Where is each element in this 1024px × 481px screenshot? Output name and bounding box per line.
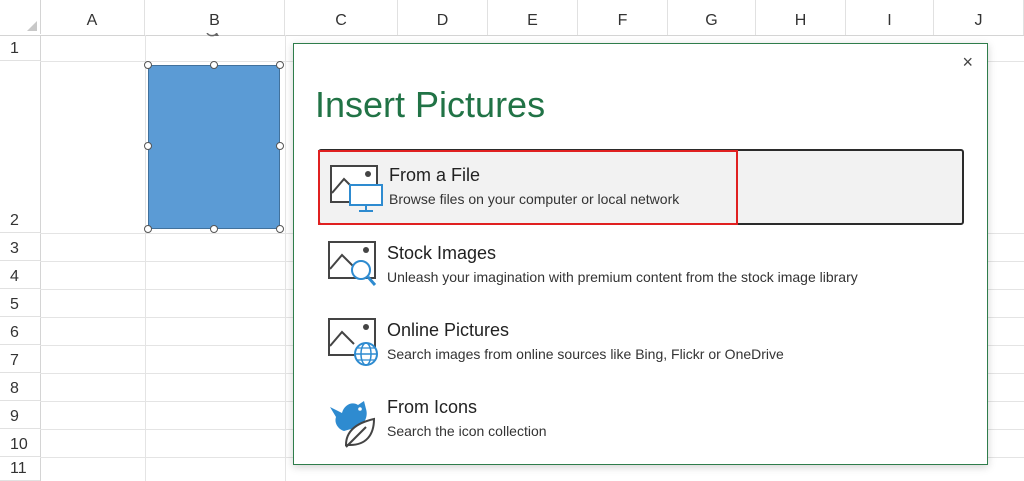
resize-handle-bottom-right[interactable] (276, 225, 284, 233)
resize-handle-bottom-left[interactable] (144, 225, 152, 233)
row-header-10[interactable]: 10 (0, 429, 40, 457)
resize-handle-top-right[interactable] (276, 61, 284, 69)
column-header-h[interactable]: H (756, 0, 846, 35)
option-subtitle: Search the icon collection (387, 423, 547, 439)
online-pictures-icon (328, 316, 384, 372)
gridline (285, 35, 286, 481)
resize-handle-left[interactable] (144, 142, 152, 150)
option-stock-images[interactable]: Stock Images Unleash your imagination wi… (318, 227, 964, 303)
option-title: From Icons (387, 397, 478, 417)
option-title: Online Pictures (387, 320, 510, 340)
option-title: From a File (389, 165, 481, 185)
dialog-title: Insert Pictures (315, 84, 546, 125)
gridline (145, 35, 146, 481)
option-title: Stock Images (387, 243, 497, 263)
file-computer-icon (330, 163, 386, 219)
column-header-i[interactable]: I (846, 0, 934, 35)
row-header-4[interactable]: 4 (0, 261, 40, 289)
column-header-c[interactable]: C (285, 0, 398, 35)
resize-handle-top-left[interactable] (144, 61, 152, 69)
column-header-bar: A B C D E F G H I J (0, 0, 1024, 36)
row-header-9[interactable]: 9 (0, 401, 40, 429)
row-header-11[interactable]: 11 (0, 457, 40, 481)
column-header-d[interactable]: D (398, 0, 488, 35)
icons-collection-icon (328, 393, 384, 449)
column-header-a[interactable]: A (40, 0, 145, 35)
row-header-bar: 1 2 3 4 5 6 7 8 9 10 11 (0, 35, 41, 481)
row-header-8[interactable]: 8 (0, 373, 40, 401)
select-all-triangle-icon (27, 21, 37, 31)
option-subtitle: Unleash your imagination with premium co… (387, 269, 858, 285)
resize-handle-bottom[interactable] (210, 225, 218, 233)
insert-pictures-dialog: × Insert Pictures From a File Browse fil… (293, 43, 988, 465)
row-header-1[interactable]: 1 (0, 35, 40, 61)
rotate-handle-icon[interactable] (204, 30, 220, 40)
option-from-icons[interactable]: From Icons Search the icon collection (318, 381, 964, 457)
column-header-j[interactable]: J (934, 0, 1024, 35)
column-header-f[interactable]: F (578, 0, 668, 35)
row-header-7[interactable]: 7 (0, 345, 40, 373)
select-all-corner[interactable] (0, 0, 41, 34)
close-button[interactable]: × (962, 52, 973, 73)
rectangle-shape[interactable] (148, 65, 280, 229)
row-header-2[interactable]: 2 (0, 61, 40, 233)
column-header-g[interactable]: G (668, 0, 756, 35)
row-header-5[interactable]: 5 (0, 289, 40, 317)
option-subtitle: Browse files on your computer or local n… (389, 191, 680, 207)
resize-handle-right[interactable] (276, 142, 284, 150)
resize-handle-top[interactable] (210, 61, 218, 69)
stock-images-icon (328, 239, 384, 295)
option-online-pictures[interactable]: Online Pictures Search images from onlin… (318, 304, 964, 380)
option-from-a-file[interactable]: From a File Browse files on your compute… (318, 149, 964, 225)
option-subtitle: Search images from online sources like B… (387, 346, 784, 362)
row-header-3[interactable]: 3 (0, 233, 40, 261)
row-header-6[interactable]: 6 (0, 317, 40, 345)
column-header-e[interactable]: E (488, 0, 578, 35)
